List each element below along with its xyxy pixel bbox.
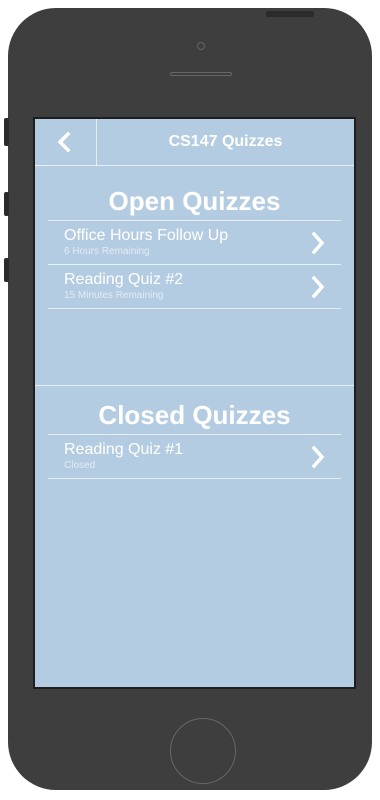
- open-quizzes-list: Office Hours Follow Up 6 Hours Remaining…: [48, 220, 341, 309]
- quiz-title: Reading Quiz #2: [64, 271, 184, 288]
- app-screen: CS147 Quizzes Open Quizzes Office Hours …: [33, 117, 356, 689]
- back-button[interactable]: [35, 119, 97, 165]
- closed-quizzes-list: Reading Quiz #1 Closed: [48, 434, 341, 479]
- list-item-reading-quiz-2[interactable]: Reading Quiz #2 15 Minutes Remaining: [48, 265, 341, 309]
- section-divider: [35, 385, 354, 386]
- quiz-title: Reading Quiz #1: [64, 441, 184, 458]
- closed-quizzes-heading: Closed Quizzes: [98, 400, 291, 430]
- quiz-status: 15 Minutes Remaining: [64, 290, 164, 301]
- earpiece-speaker: [170, 72, 232, 76]
- home-button[interactable]: [170, 718, 236, 784]
- power-button: [266, 11, 314, 17]
- list-item-reading-quiz-1[interactable]: Reading Quiz #1 Closed: [48, 435, 341, 479]
- quiz-status: Closed: [64, 460, 96, 471]
- chevron-right-icon: [311, 446, 325, 468]
- chevron-right-icon: [311, 276, 325, 298]
- quiz-title: Office Hours Follow Up: [64, 227, 229, 244]
- list-item-office-hours-follow-up[interactable]: Office Hours Follow Up 6 Hours Remaining: [48, 221, 341, 265]
- volume-up-button: [4, 192, 9, 216]
- chevron-left-icon: [57, 132, 71, 152]
- chevron-right-icon: [311, 232, 325, 254]
- quiz-status: 6 Hours Remaining: [64, 246, 150, 257]
- front-camera: [197, 42, 205, 50]
- nav-bar: CS147 Quizzes: [35, 119, 354, 166]
- volume-down-button: [4, 258, 9, 282]
- open-quizzes-heading: Open Quizzes: [108, 186, 281, 216]
- mute-switch: [4, 118, 9, 146]
- page-title: CS147 Quizzes: [168, 133, 283, 150]
